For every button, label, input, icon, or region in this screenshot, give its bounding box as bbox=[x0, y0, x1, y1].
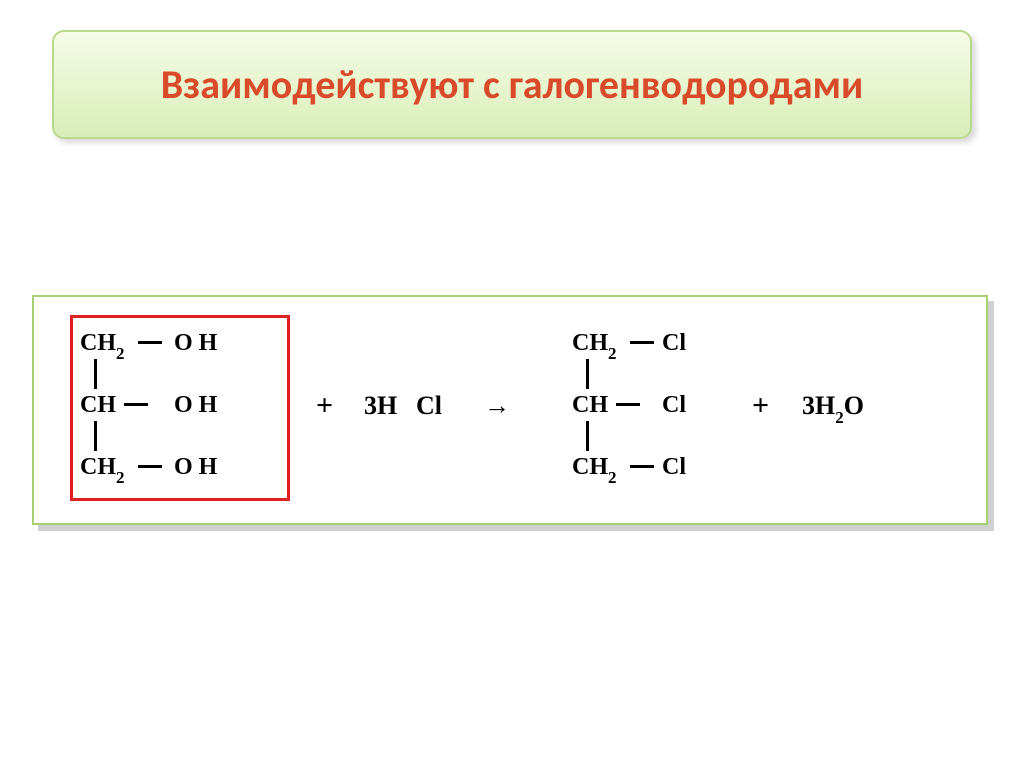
product1-c2: CH bbox=[572, 393, 608, 417]
reactant1-c1-sub: 2 bbox=[116, 344, 125, 363]
product2-sub: 2 bbox=[835, 408, 844, 427]
bond bbox=[138, 341, 162, 344]
product1-c3-text: CH bbox=[572, 454, 608, 480]
product1-c1-sub: 2 bbox=[608, 344, 617, 363]
slide-title: Взаимодействуют с галогенводородами bbox=[74, 60, 950, 109]
title-panel: Взаимодействуют с галогенводородами bbox=[52, 30, 972, 139]
reaction-arrow: → bbox=[484, 391, 506, 421]
reagent-coeff: 3H bbox=[364, 391, 397, 420]
reagent: 3H bbox=[364, 393, 397, 419]
product1-c1-group: Cl bbox=[662, 331, 686, 355]
bond bbox=[124, 403, 148, 406]
equation-panel: CH2 O H CH O H CH2 O H + 3H Cl → CH2 Cl … bbox=[32, 295, 988, 525]
reactant1-c3-text: CH bbox=[80, 454, 116, 480]
product1-c1-text: CH bbox=[572, 330, 608, 356]
bond bbox=[630, 341, 654, 344]
reactant1-c1-group: O H bbox=[174, 331, 217, 355]
reagent-rest: Cl bbox=[416, 393, 442, 419]
reactant1-c1-text: CH bbox=[80, 330, 116, 356]
product1-c1: CH2 bbox=[572, 331, 617, 359]
bond bbox=[94, 359, 97, 389]
plus1: + bbox=[316, 389, 333, 423]
product1-c3-sub: 2 bbox=[608, 468, 617, 487]
product2-coeff: 3H bbox=[802, 391, 835, 420]
reactant1-c3-sub: 2 bbox=[116, 468, 125, 487]
reactant1-c3-group: O H bbox=[174, 455, 217, 479]
product1-c3: CH2 bbox=[572, 455, 617, 483]
bond bbox=[138, 465, 162, 468]
bond bbox=[586, 359, 589, 389]
reactant1-c2-group: O H bbox=[174, 393, 217, 417]
bond bbox=[586, 421, 589, 451]
product1-c3-group: Cl bbox=[662, 455, 686, 479]
bond bbox=[630, 465, 654, 468]
bond bbox=[616, 403, 640, 406]
product2-rest: O bbox=[844, 391, 864, 420]
plus2: + bbox=[752, 389, 769, 423]
reactant1-c1: CH2 bbox=[80, 331, 125, 359]
reactant1-c2: CH bbox=[80, 393, 116, 417]
reactant1-c3: CH2 bbox=[80, 455, 125, 483]
bond bbox=[94, 421, 97, 451]
product2: 3H2O bbox=[802, 393, 864, 423]
product1-c2-group: Cl bbox=[662, 393, 686, 417]
